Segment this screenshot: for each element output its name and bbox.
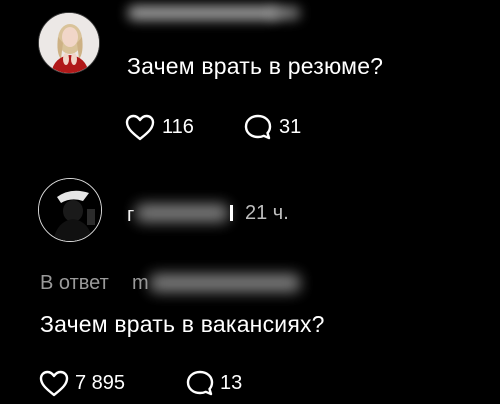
author-avatar[interactable] bbox=[38, 12, 100, 74]
heart-icon bbox=[124, 113, 156, 146]
like-count: 116 bbox=[162, 116, 194, 138]
reply-button[interactable]: 13 bbox=[185, 368, 265, 398]
reply-to-user[interactable]: m bbox=[132, 271, 149, 295]
reply-button[interactable]: 31 bbox=[243, 112, 313, 142]
speech-bubble-icon bbox=[243, 113, 273, 146]
username-tail bbox=[230, 205, 233, 221]
post-text: Зачем врать в резюме? bbox=[127, 53, 384, 79]
reply-count: 31 bbox=[279, 116, 302, 138]
speech-bubble-icon bbox=[185, 369, 215, 402]
like-button[interactable]: 7 895 bbox=[38, 368, 148, 398]
post-time: 21 ч. bbox=[245, 202, 289, 224]
like-button[interactable]: 116 bbox=[124, 112, 224, 142]
post-text: Зачем врать в вакансиях? bbox=[40, 311, 325, 337]
reply-user-blurred[interactable] bbox=[150, 274, 300, 292]
avatar-photo bbox=[39, 13, 99, 73]
username-blurred[interactable] bbox=[136, 204, 228, 222]
username-blurred-tail bbox=[270, 7, 300, 19]
username-blurred[interactable] bbox=[128, 6, 278, 20]
heart-icon bbox=[38, 369, 70, 402]
like-count: 7 895 bbox=[75, 372, 126, 394]
author-initial[interactable]: г bbox=[127, 203, 134, 227]
avatar-photo bbox=[39, 179, 101, 241]
reply-to-prefix: В ответ bbox=[40, 272, 109, 294]
author-avatar[interactable] bbox=[38, 178, 102, 242]
reply-count: 13 bbox=[220, 372, 243, 394]
